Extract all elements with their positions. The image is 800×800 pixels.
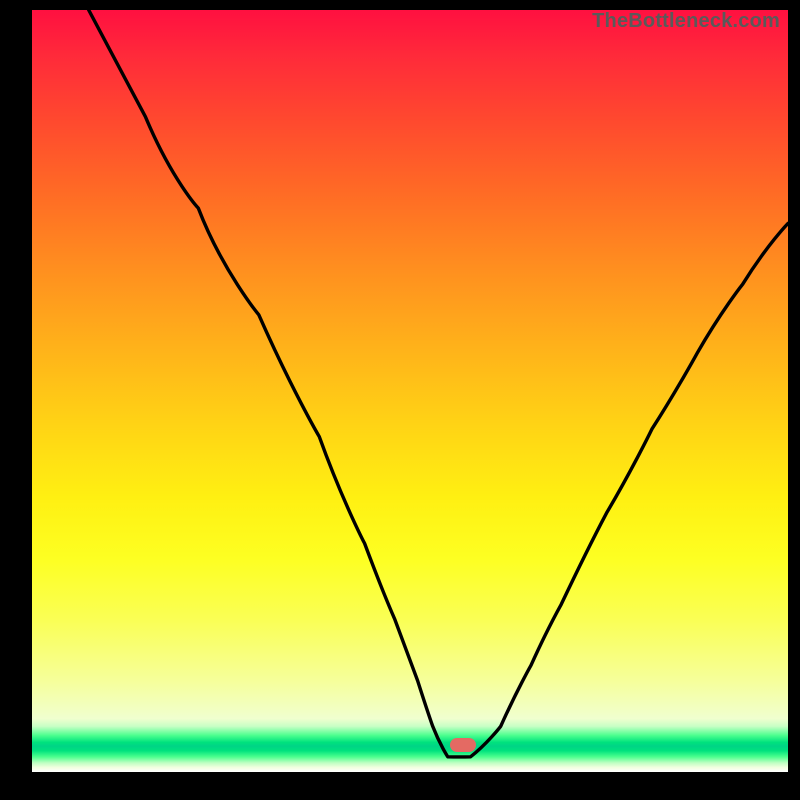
plot-area: TheBottleneck.com xyxy=(32,10,788,772)
watermark-text: TheBottleneck.com xyxy=(592,10,780,33)
curve-svg xyxy=(32,10,788,772)
chart-frame: TheBottleneck.com xyxy=(0,0,800,800)
bottleneck-curve xyxy=(89,10,788,757)
optimal-marker xyxy=(450,738,476,752)
